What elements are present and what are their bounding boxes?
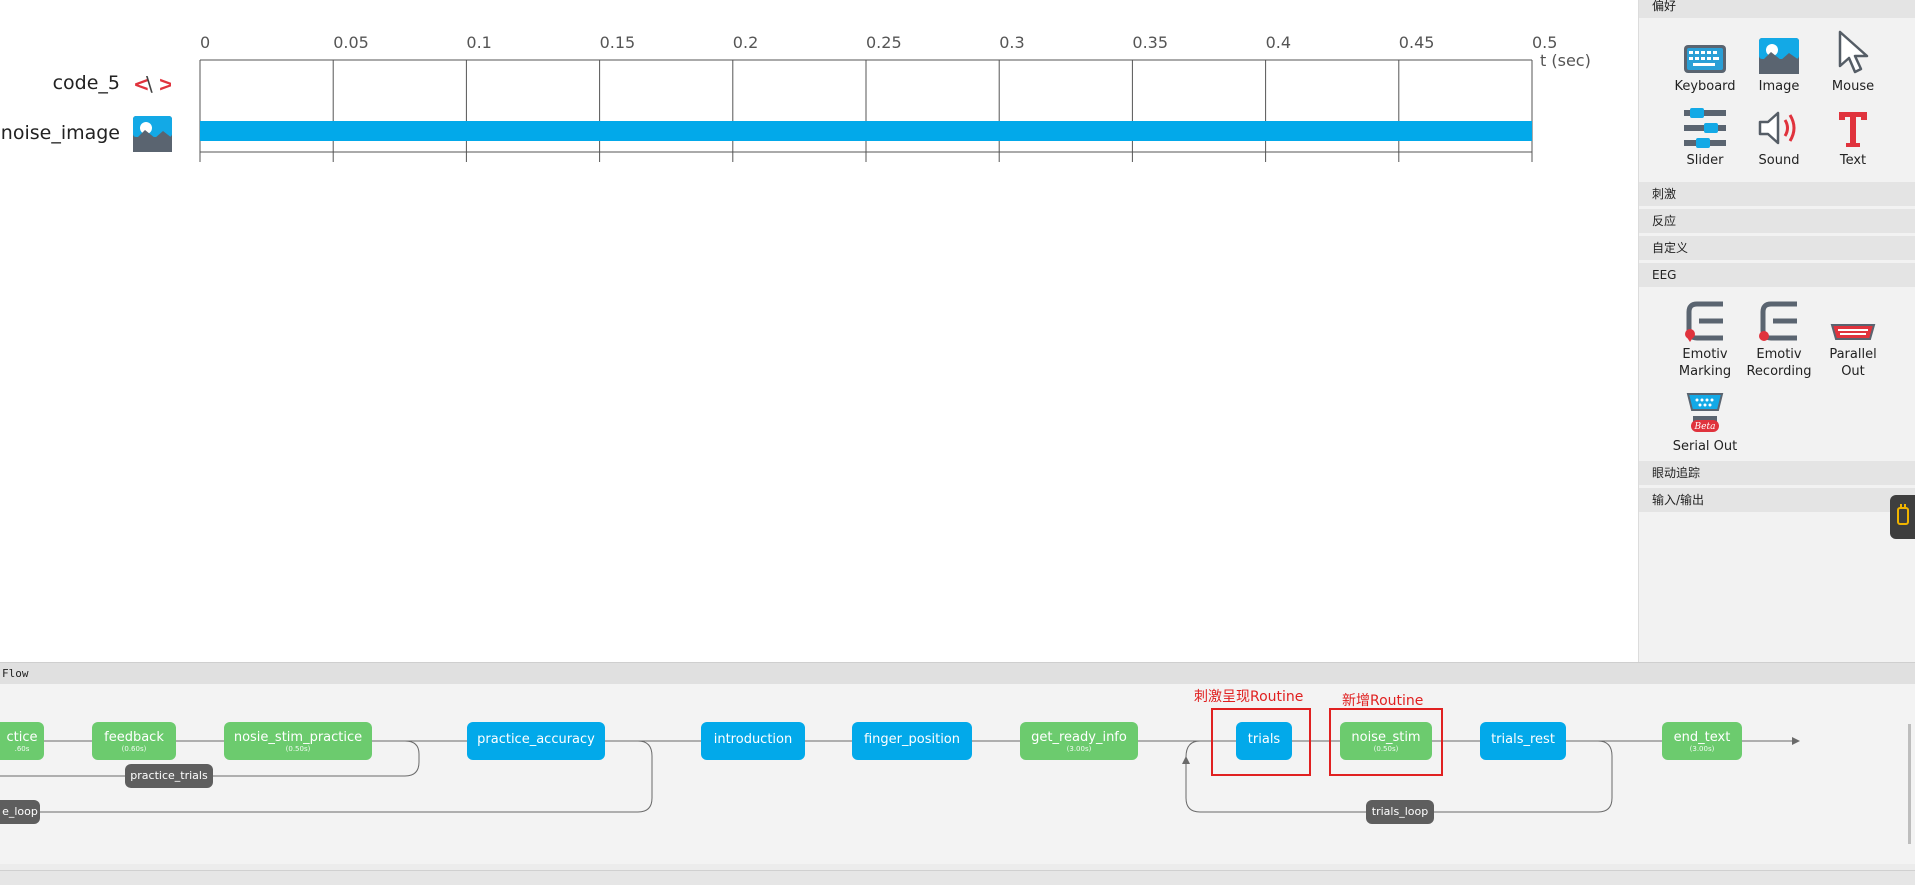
emotiv-recording-icon	[1739, 298, 1819, 342]
emotiv-marking-icon	[1665, 298, 1745, 342]
routine-practice-label: ctice	[6, 730, 38, 745]
routine-feedback[interactable]: feedback (0.60s)	[92, 722, 176, 760]
timeline-tick-label: 0.05	[333, 33, 369, 52]
timeline-tick-label: 0.1	[466, 33, 491, 52]
timeline-tick-label: 0.4	[1266, 33, 1291, 52]
routine-finger-position-label: finger_position	[863, 732, 960, 747]
routine-nosie-stim-practice-label: nosie_stim_practice	[233, 730, 363, 745]
text-icon	[1813, 104, 1893, 148]
component-name-code-5[interactable]: code_5	[0, 72, 120, 94]
svg-text:\: \	[146, 72, 153, 96]
timeline-tick-label: 0.5	[1532, 33, 1557, 52]
mouse-component-button[interactable]: Mouse	[1813, 30, 1893, 95]
annotation-box-trials	[1211, 708, 1311, 776]
beta-badge: Beta	[1694, 422, 1716, 432]
timeline-grid: 0 0.05 0.1 0.15 0.2 0.25 0.3 0.35 0.4 0.45 0.5t (s…	[199, 33, 1591, 162]
routine-end-text-duration: (3.00s)	[1689, 745, 1715, 753]
routine-finger-position[interactable]: finger_position	[852, 722, 972, 760]
category-io[interactable]: 输入/输出	[1639, 488, 1915, 512]
flow-connectors	[0, 737, 1800, 813]
flow-canvas: ctice .60s feedback (0.60s) nosie_stim_p…	[0, 684, 1915, 885]
flow-panel: Flow ctice .60s feedback (0.60s) nosie_s…	[0, 662, 1915, 885]
mouse-pointer-icon	[1813, 30, 1893, 74]
timeline-tick-label: 0.45	[1399, 33, 1435, 52]
routine-practice-duration: .60s	[14, 745, 30, 753]
emotiv-marking-component-button[interactable]: Emotiv Marking	[1665, 298, 1745, 380]
routine-feedback-duration: (0.60s)	[121, 745, 147, 753]
routine-introduction-label: introduction	[713, 732, 793, 747]
loop-trials-loop[interactable]: trials_loop	[1366, 800, 1434, 824]
routine-end-text-label: end_text	[1673, 730, 1731, 745]
image-label: Image	[1758, 79, 1800, 94]
text-component-button[interactable]: Text	[1813, 104, 1893, 169]
component-panel: 偏好 Keyboard Image Mouse Slider Sound Tex…	[1638, 0, 1915, 662]
component-name-noise-image[interactable]: noise_image	[0, 122, 120, 144]
routine-get-ready-info-label: get_ready_info	[1031, 730, 1127, 745]
timeline-tick-label: 0	[200, 33, 210, 52]
slider-icon	[1665, 104, 1745, 148]
routine-nosie-stim-practice[interactable]: nosie_stim_practice (0.50s)	[224, 722, 372, 760]
annotation-stim-routine: 刺激呈现Routine	[1194, 689, 1304, 705]
timeline-tick-label: 0.35	[1132, 33, 1168, 52]
flow-bottom-bar	[0, 870, 1915, 885]
image-component-button[interactable]: Image	[1739, 30, 1819, 95]
svg-text:>: >	[158, 72, 171, 96]
slider-label: Slider	[1686, 153, 1724, 168]
annotation-box-noise-stim	[1329, 708, 1443, 776]
sound-label: Sound	[1758, 153, 1800, 168]
loop-practice-trials[interactable]: practice_trials	[125, 764, 213, 788]
keyboard-icon	[1665, 30, 1745, 74]
routine-timeline: 0 0.05 0.1 0.15 0.2 0.25 0.3 0.35 0.4 0.45 0.5 t (s…	[0, 0, 1634, 662]
routine-introduction[interactable]: introduction	[701, 722, 805, 760]
category-stimuli[interactable]: 刺激	[1639, 182, 1915, 206]
parallel-out-label-1: Parallel	[1829, 347, 1877, 362]
timeline-tick-label: 0.2	[733, 33, 758, 52]
category-responses[interactable]: 反应	[1639, 209, 1915, 233]
parallel-port-icon	[1813, 298, 1893, 342]
image-icon	[1739, 30, 1819, 74]
timeline-tick-label: 0.25	[866, 33, 902, 52]
category-favorites[interactable]: 偏好	[1639, 0, 1915, 18]
routine-practice-accuracy[interactable]: practice_accuracy	[467, 722, 605, 760]
text-label: Text	[1839, 153, 1867, 168]
component-bar-noise-image[interactable]	[200, 121, 1532, 141]
sound-component-button[interactable]: Sound	[1739, 104, 1819, 169]
plug-icon	[1897, 504, 1909, 525]
routine-feedback-label: feedback	[104, 730, 164, 745]
emotiv-marking-label-1: Emotiv	[1682, 347, 1728, 362]
timeline-tick-label: 0.3	[999, 33, 1024, 52]
routine-end-text[interactable]: end_text (3.00s)	[1662, 722, 1742, 760]
plugin-side-tab[interactable]	[1890, 495, 1915, 539]
emotiv-recording-label-1: Emotiv	[1756, 347, 1802, 362]
routine-get-ready-info[interactable]: get_ready_info (3.00s)	[1020, 722, 1138, 760]
mouse-label: Mouse	[1831, 79, 1875, 94]
routine-nosie-stim-practice-duration: (0.50s)	[285, 745, 311, 753]
category-custom[interactable]: 自定义	[1639, 236, 1915, 260]
parallel-out-component-button[interactable]: Parallel Out	[1813, 298, 1893, 380]
flow-title: Flow	[0, 662, 1915, 684]
serial-port-icon: Beta	[1665, 390, 1745, 434]
timeline-axis-unit: t (sec)	[1540, 51, 1591, 70]
category-eeg[interactable]: EEG	[1639, 263, 1915, 287]
routine-practice-accuracy-label: practice_accuracy	[477, 732, 595, 747]
flow-vertical-scrollbar[interactable]	[1908, 724, 1911, 844]
slider-component-button[interactable]: Slider	[1665, 104, 1745, 169]
category-eyetracking[interactable]: 眼动追踪	[1639, 461, 1915, 485]
routine-get-ready-info-duration: (3.00s)	[1066, 745, 1092, 753]
serial-out-label: Serial Out	[1672, 439, 1738, 454]
emotiv-recording-label-2: Recording	[1746, 364, 1812, 379]
keyboard-label: Keyboard	[1674, 79, 1736, 94]
routine-trials-rest-label: trials_rest	[1491, 732, 1555, 747]
annotation-new-routine: 新增Routine	[1342, 693, 1424, 709]
serial-out-component-button[interactable]: Beta Serial Out	[1665, 390, 1745, 455]
parallel-out-label-2: Out	[1841, 364, 1865, 379]
routine-practice[interactable]: ctice .60s	[0, 722, 44, 760]
loop-practice-loop[interactable]: e_loop	[0, 800, 40, 824]
speaker-icon	[1739, 104, 1819, 148]
timeline-tick-label: 0.15	[600, 33, 636, 52]
routine-trials-rest[interactable]: trials_rest	[1480, 722, 1566, 760]
keyboard-component-button[interactable]: Keyboard	[1665, 30, 1745, 95]
emotiv-marking-label-2: Marking	[1678, 364, 1732, 379]
emotiv-recording-component-button[interactable]: Emotiv Recording	[1739, 298, 1819, 380]
